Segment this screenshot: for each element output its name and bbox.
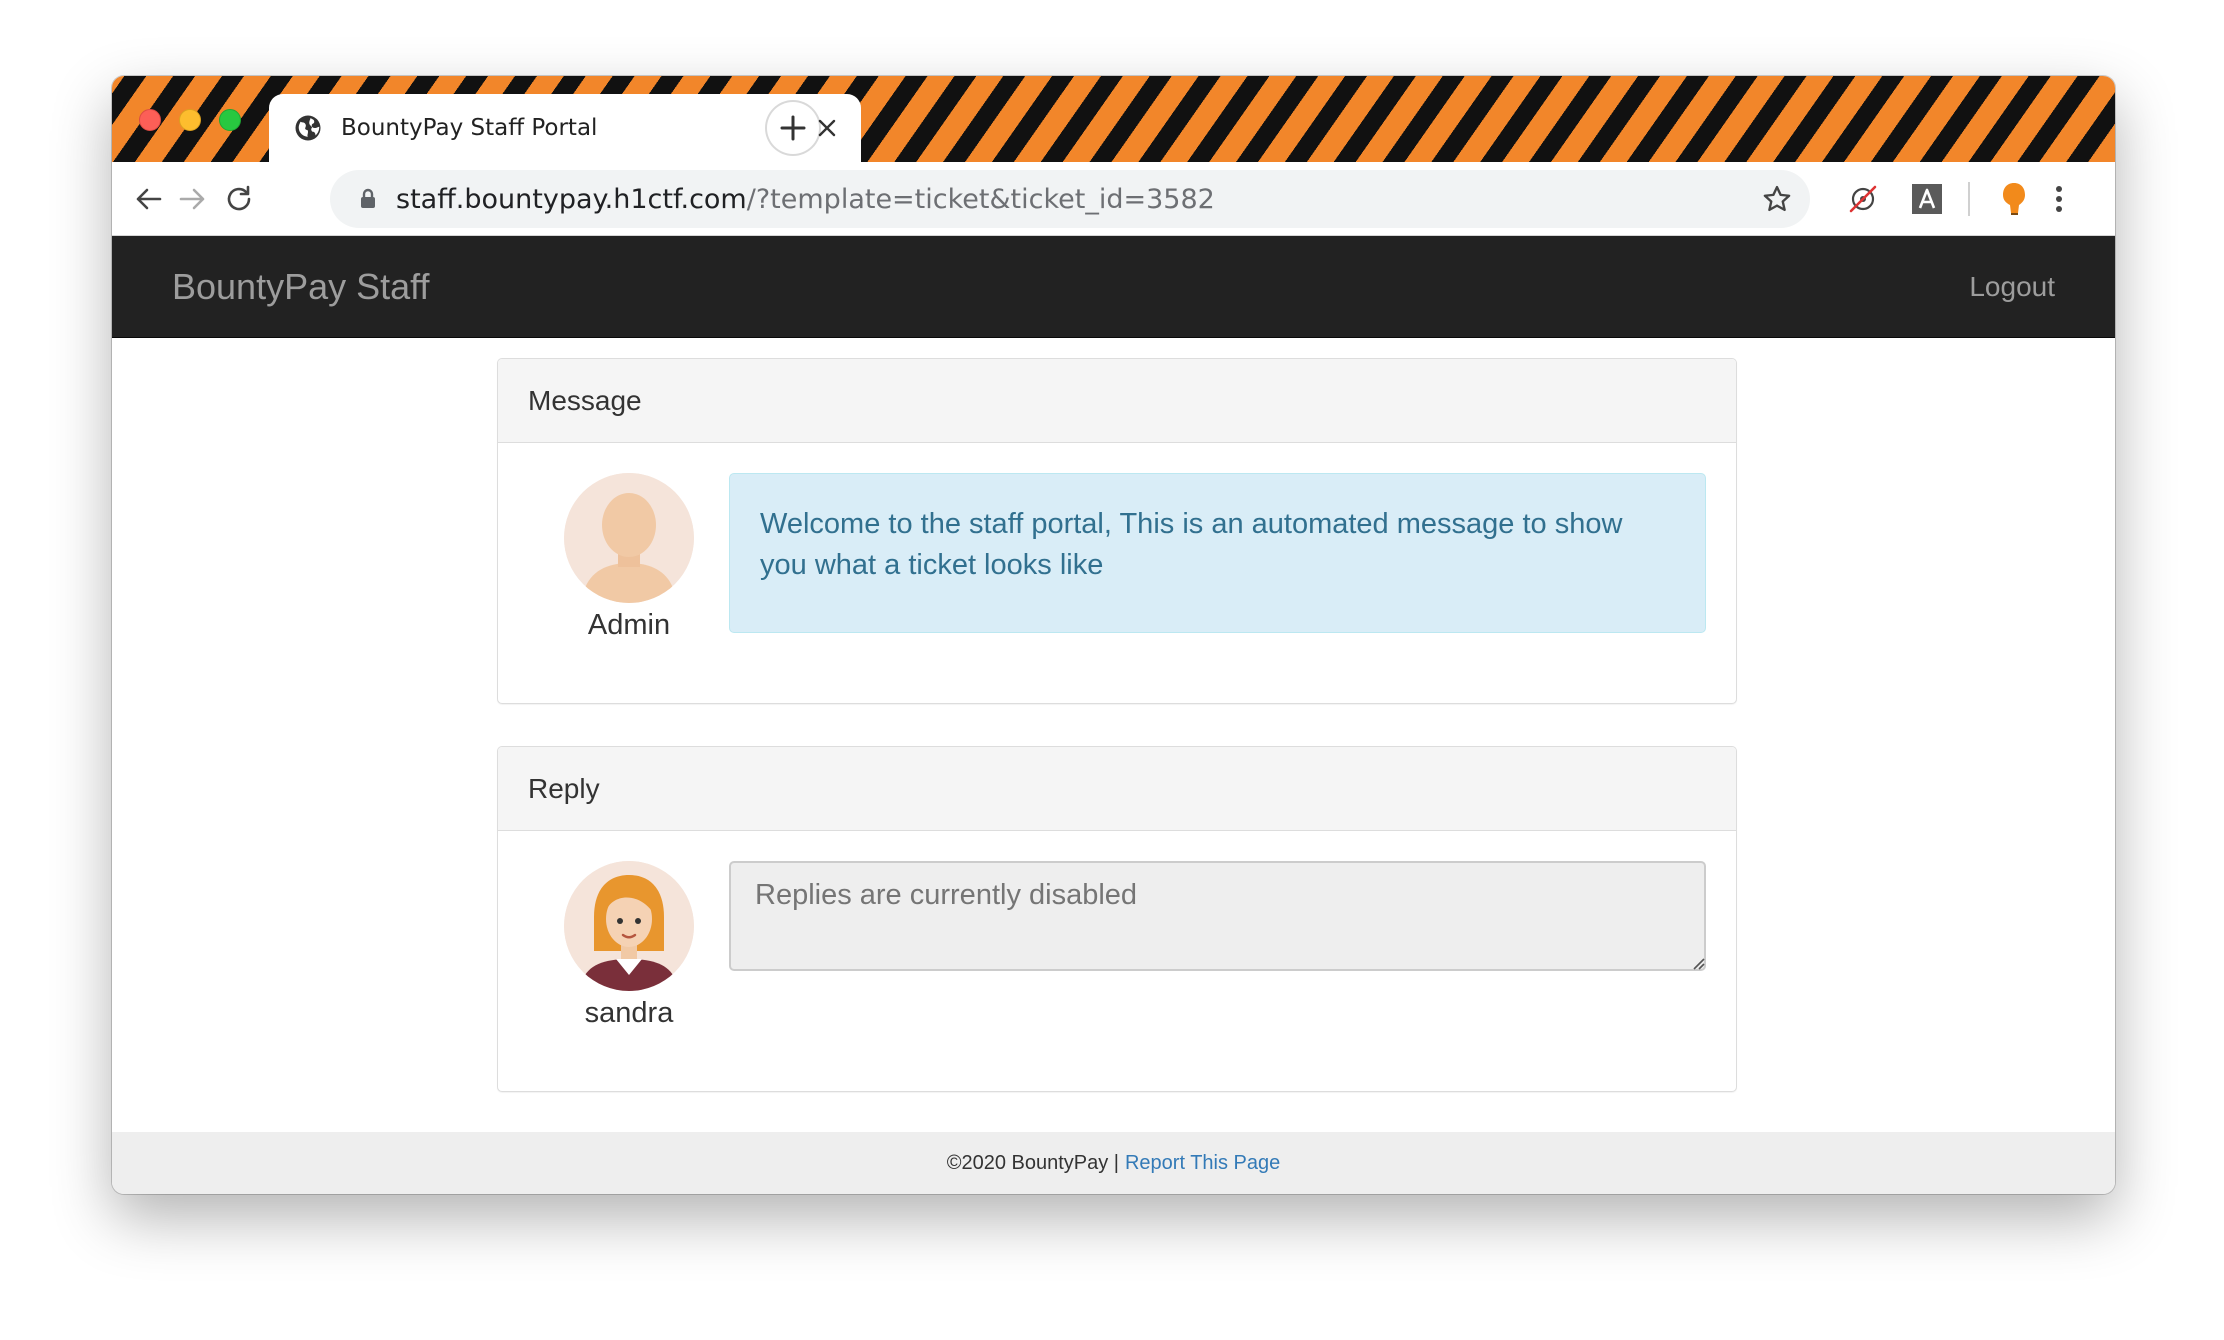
address-bar[interactable]: staff.bountypay.h1ctf.com/?template=tick… bbox=[330, 170, 1810, 228]
url-path: /?template=ticket&ticket_id=3582 bbox=[746, 183, 1215, 215]
zoom-window-button[interactable] bbox=[219, 109, 241, 131]
back-button[interactable] bbox=[127, 178, 169, 220]
reply-panel: Reply sandra bbox=[497, 746, 1737, 1092]
extension-icon[interactable] bbox=[1995, 180, 2033, 218]
message-panel-heading: Message bbox=[498, 359, 1736, 443]
brand-link[interactable]: BountyPay Staff bbox=[172, 266, 430, 308]
tracker-blocked-icon[interactable] bbox=[1844, 180, 1882, 218]
sandra-author-name: sandra bbox=[584, 997, 674, 1029]
star-icon[interactable] bbox=[1762, 184, 1792, 214]
sandra-avatar bbox=[564, 861, 694, 991]
reload-button[interactable] bbox=[218, 178, 260, 220]
resize-grip-icon[interactable] bbox=[1691, 956, 1705, 970]
lock-icon bbox=[361, 188, 375, 208]
title-bar: BountyPay Staff Portal bbox=[112, 76, 2115, 162]
browser-toolbar: staff.bountypay.h1ctf.com/?template=tick… bbox=[112, 162, 2115, 236]
admin-author-name: Admin bbox=[587, 609, 671, 641]
admin-author: Admin bbox=[564, 473, 694, 642]
sandra-author: sandra bbox=[564, 861, 694, 1030]
admin-avatar bbox=[564, 473, 694, 603]
forward-arrow-icon bbox=[179, 188, 205, 210]
globe-icon bbox=[295, 115, 321, 141]
report-page-link[interactable]: Report This Page bbox=[1125, 1152, 1280, 1175]
back-arrow-icon bbox=[136, 188, 162, 210]
message-panel: Message Admin Welcome to the staff porta… bbox=[497, 358, 1737, 704]
close-window-button[interactable] bbox=[139, 109, 161, 131]
tab-title: BountyPay Staff Portal bbox=[341, 115, 598, 141]
reply-textarea[interactable] bbox=[729, 861, 1706, 971]
minimize-window-button[interactable] bbox=[179, 109, 201, 131]
reload-icon bbox=[227, 185, 251, 211]
font-a-icon[interactable] bbox=[1908, 180, 1946, 218]
toolbar-divider bbox=[1968, 182, 1970, 216]
footer-copyright: ©2020 BountyPay | bbox=[946, 1151, 1119, 1174]
forward-button[interactable] bbox=[172, 178, 214, 220]
site-navbar: BountyPay Staff Logout bbox=[112, 236, 2115, 338]
kebab-menu-icon[interactable] bbox=[2040, 180, 2078, 218]
plus-icon bbox=[780, 115, 806, 141]
logout-link[interactable]: Logout bbox=[1969, 271, 2055, 303]
page-footer: ©2020 BountyPay | Report This Page bbox=[112, 1132, 2115, 1194]
message-alert: Welcome to the staff portal, This is an … bbox=[729, 473, 1706, 633]
url-host: staff.bountypay.h1ctf.com bbox=[396, 183, 747, 215]
new-tab-button[interactable] bbox=[767, 102, 819, 154]
url-text: staff.bountypay.h1ctf.com/?template=tick… bbox=[396, 184, 1215, 215]
reply-panel-heading: Reply bbox=[498, 747, 1736, 831]
browser-window: BountyPay Staff Portal staff.bountypay.h… bbox=[112, 76, 2115, 1194]
